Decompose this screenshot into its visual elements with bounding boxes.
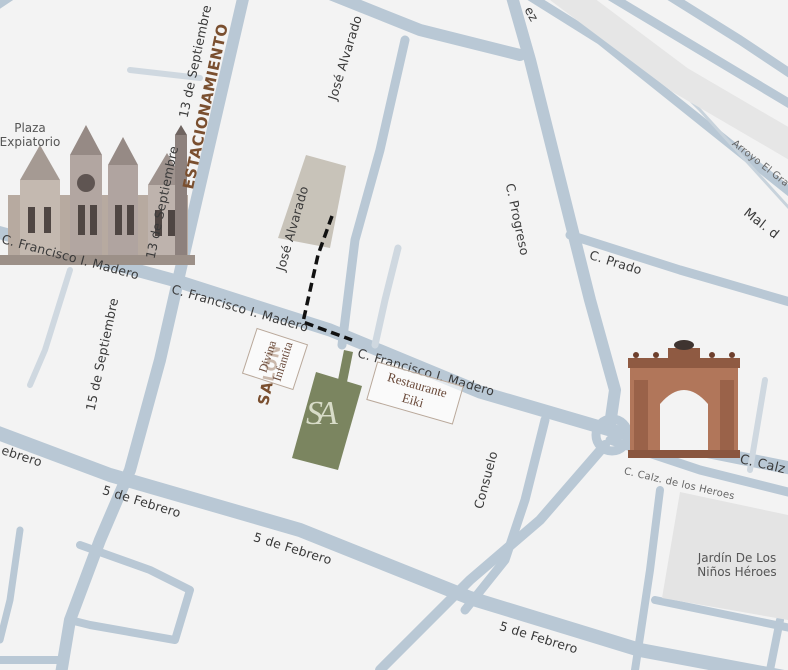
road-short-n-s [371, 244, 402, 349]
road-alvarado [337, 35, 410, 350]
road-prado [565, 230, 788, 307]
road-progreso [506, 0, 621, 431]
road-consuelo [460, 415, 550, 615]
place-plaza-expiatorio[interactable]: Plaza Expiatorio [0, 121, 66, 149]
road-west-lane [27, 267, 73, 388]
arch-icon [628, 340, 740, 458]
salon-entrance [338, 350, 353, 382]
road-arroyo [550, 0, 788, 160]
road-jardin-west [631, 486, 664, 670]
map-canvas[interactable]: Plaza Expiatorio Jardín De Los Niños Hér… [0, 0, 788, 670]
salon-monogram: SA [306, 395, 338, 432]
divina-infantita-label: Divina Infantita [255, 338, 296, 383]
road-network [0, 0, 788, 670]
place-jardin-ninos-heroes[interactable]: Jardín De Los Niños Héroes [685, 551, 788, 579]
road-top-left [0, 0, 14, 9]
road-sw-far [0, 526, 24, 644]
